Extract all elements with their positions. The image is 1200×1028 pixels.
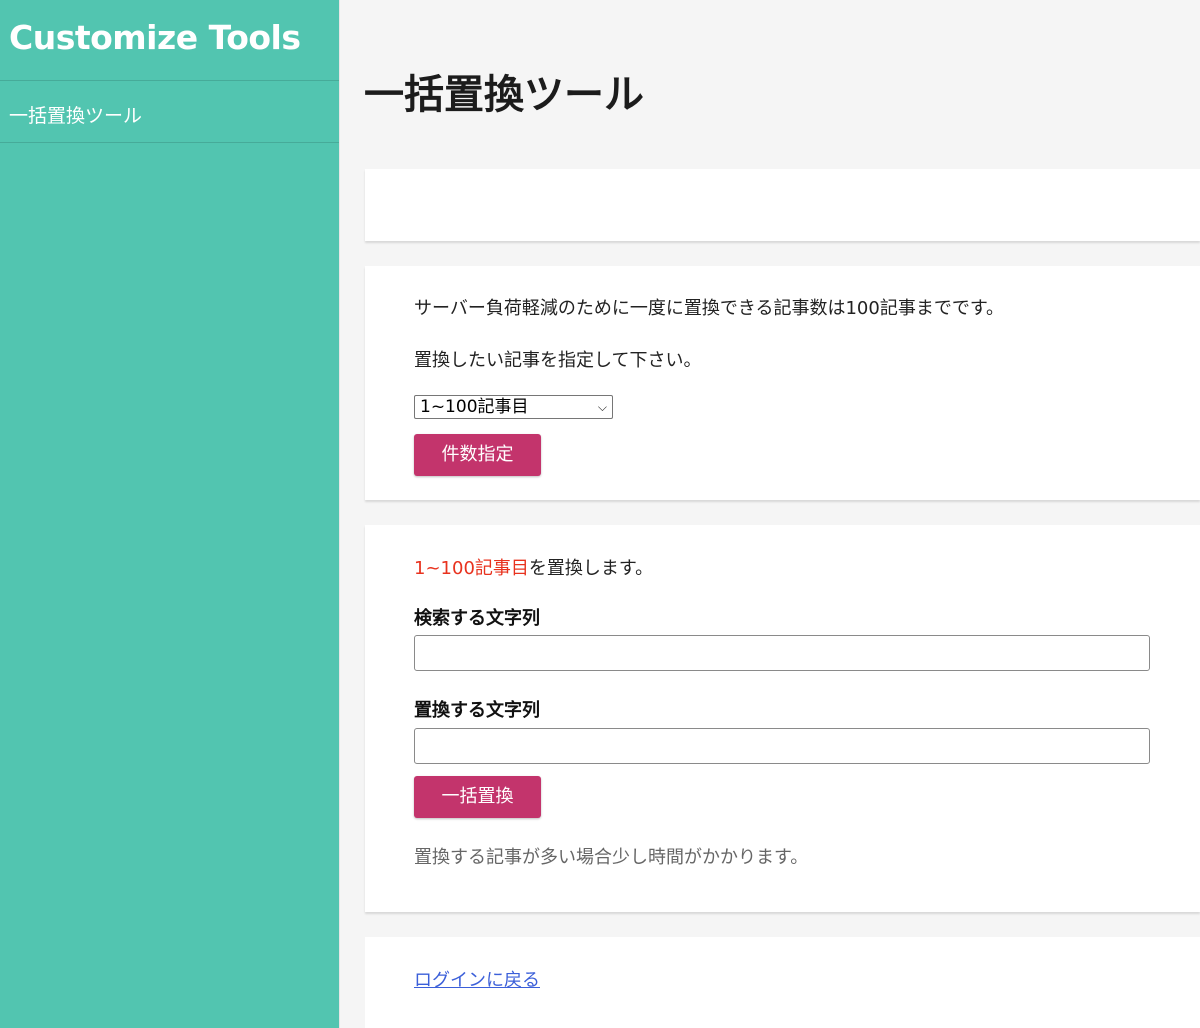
replace-range-message: 1~100記事目を置換します。	[414, 554, 653, 580]
sidebar-item-bulk-replace[interactable]: 一括置換ツール	[0, 81, 339, 143]
back-to-login-link[interactable]: ログインに戻る	[414, 966, 540, 992]
brand-title: Customize Tools	[0, 0, 339, 81]
replace-string-input[interactable]	[414, 728, 1150, 764]
limit-notice: サーバー負荷軽減のために一度に置換できる記事数は100記事までです。	[414, 298, 1005, 319]
range-instruction: 置換したい記事を指定して下さい。	[414, 350, 702, 371]
replace-duration-note: 置換する記事が多い場合少し時間がかかります。	[414, 847, 809, 868]
article-range-card: サーバー負荷軽減のために一度に置換できる記事数は100記事までです。 置換したい…	[365, 266, 1200, 500]
page-title: 一括置換ツール	[364, 72, 644, 118]
main-content: 一括置換ツール サーバー負荷軽減のために一度に置換できる記事数は100記事までで…	[341, 0, 1200, 1028]
empty-card	[365, 169, 1200, 241]
chevron-down-icon: ⌵	[597, 400, 607, 414]
bulk-replace-button[interactable]: 一括置換	[414, 776, 541, 818]
footer-card: ログインに戻る	[365, 937, 1200, 1028]
replace-range-value: 1~100記事目	[414, 558, 529, 579]
set-range-button[interactable]: 件数指定	[414, 434, 541, 476]
replace-range-suffix: を置換します。	[528, 558, 654, 579]
search-string-label: 検索する文字列	[414, 608, 540, 629]
replace-string-label: 置換する文字列	[414, 700, 540, 721]
article-range-select[interactable]: 1~100記事目 ⌵	[414, 395, 613, 419]
article-range-select-value: 1~100記事目	[420, 397, 529, 417]
replace-card: 1~100記事目を置換します。 検索する文字列 置換する文字列 一括置換 置換す…	[365, 525, 1200, 912]
search-string-input[interactable]	[414, 635, 1150, 671]
sidebar: Customize Tools 一括置換ツール	[0, 0, 340, 1028]
